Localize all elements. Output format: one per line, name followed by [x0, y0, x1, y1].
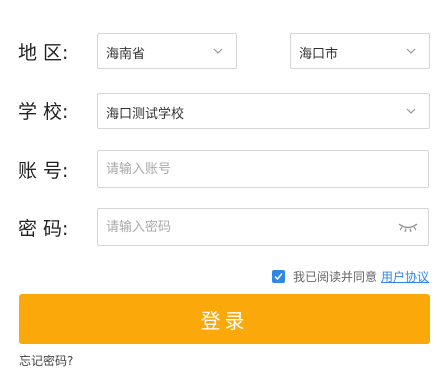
- city-value: 海口市: [299, 47, 339, 62]
- account-field[interactable]: [97, 150, 429, 188]
- province-select[interactable]: 海南省: [97, 33, 237, 69]
- account-label: 账 号:: [18, 160, 69, 182]
- agree-checkbox[interactable]: [271, 269, 285, 283]
- chevron-down-icon: [406, 108, 416, 114]
- school-value: 海口测试学校: [106, 107, 185, 122]
- region-label: 地 区:: [18, 42, 69, 64]
- password-input[interactable]: [98, 209, 428, 245]
- school-select[interactable]: 海口测试学校: [97, 93, 430, 129]
- agree-text: 我已阅读并同意: [292, 269, 377, 284]
- city-select[interactable]: 海口市: [290, 33, 430, 69]
- province-value: 海南省: [106, 47, 146, 62]
- eye-closed-icon[interactable]: [398, 221, 418, 233]
- user-agreement-link[interactable]: 用户协议: [381, 268, 429, 285]
- checkmark-icon: [274, 272, 283, 280]
- school-label: 学 校:: [18, 101, 69, 123]
- password-label: 密 码:: [18, 218, 69, 240]
- forgot-password-link[interactable]: 忘记密码?: [19, 352, 73, 369]
- account-input[interactable]: [98, 151, 428, 187]
- password-field[interactable]: [97, 208, 429, 246]
- chevron-down-icon: [213, 48, 223, 54]
- agreement-row: 我已阅读并同意 用户协议: [271, 268, 429, 285]
- login-button[interactable]: 登录: [19, 294, 430, 344]
- chevron-down-icon: [406, 48, 416, 54]
